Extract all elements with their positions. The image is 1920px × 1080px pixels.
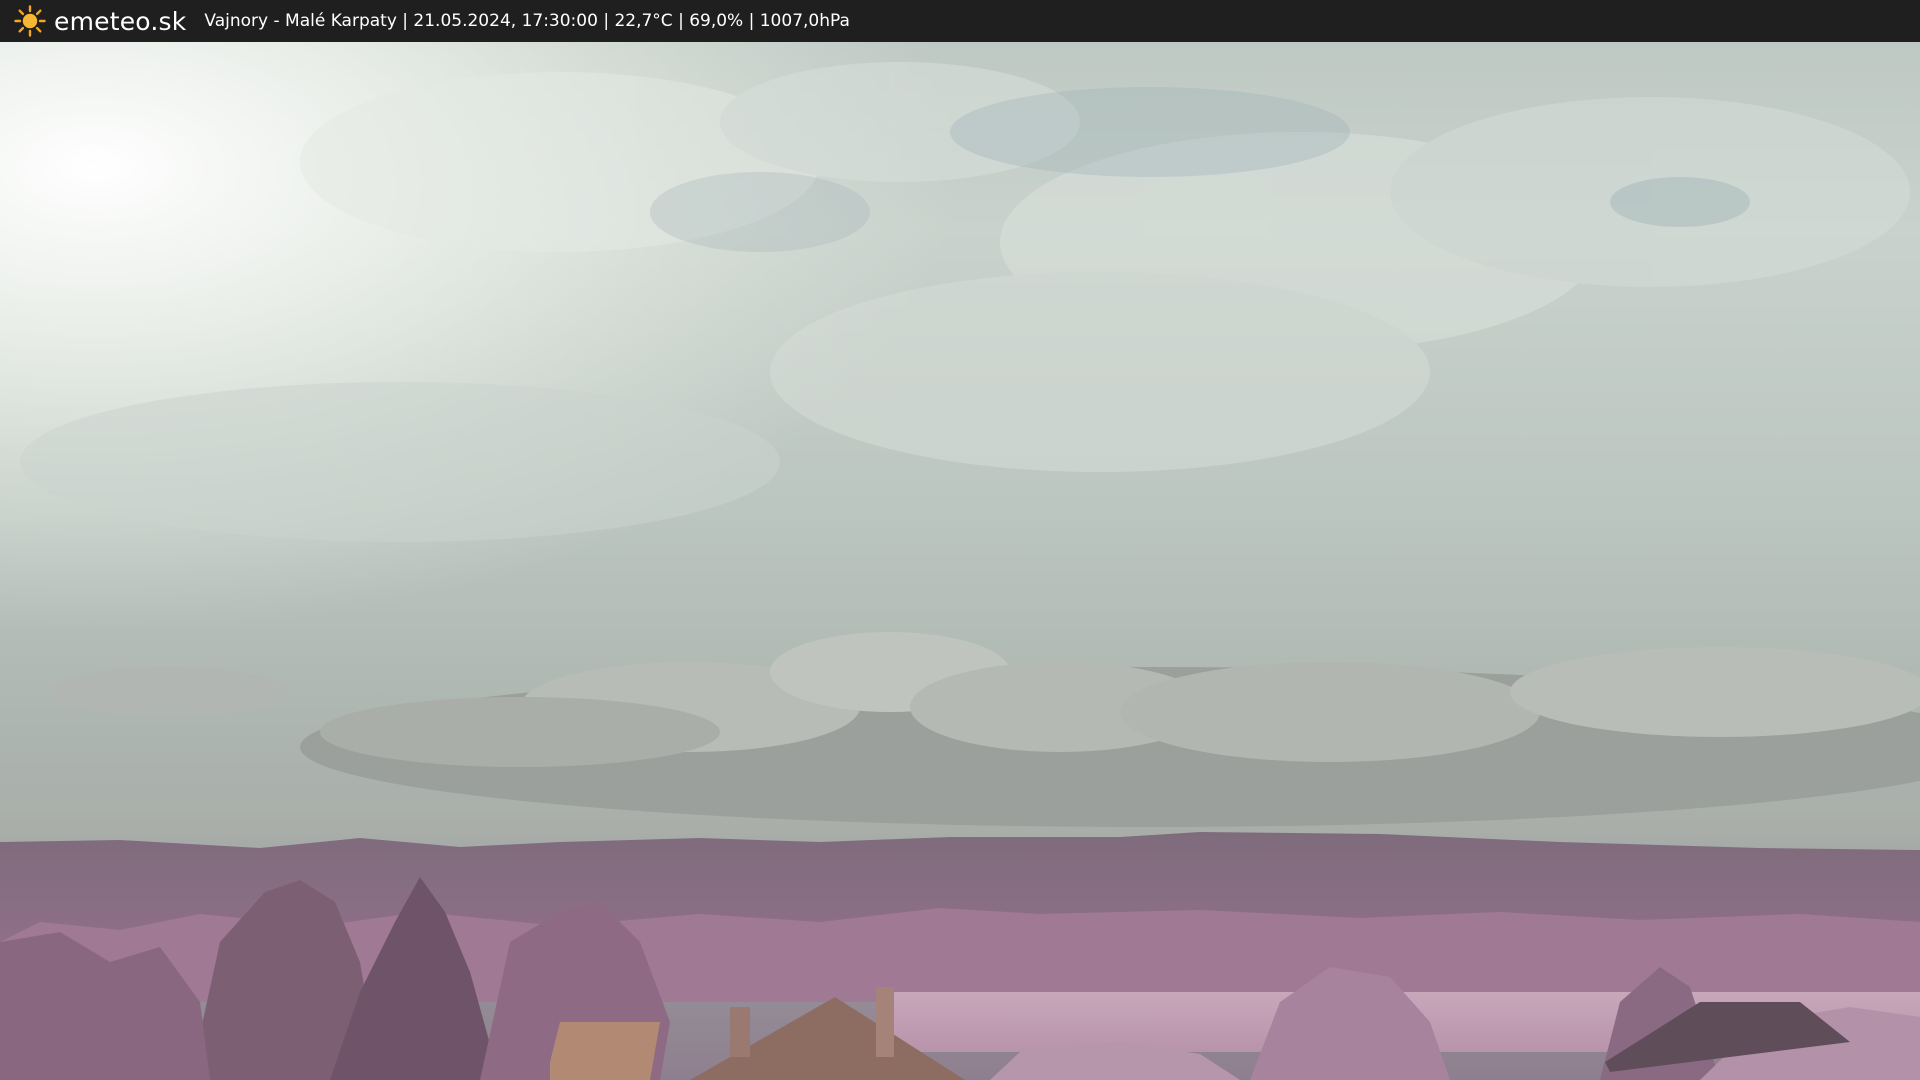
top-bar: emeteo.sk Vajnory - Malé Karpaty | 21.05… [0, 0, 1920, 42]
webcam-image [0, 42, 1920, 1080]
brand-logo[interactable]: emeteo.sk [14, 5, 186, 37]
brand-name: emeteo.sk [54, 6, 187, 36]
station-readout: Vajnory - Malé Karpaty | 21.05.2024, 17:… [204, 11, 850, 31]
sun-icon [14, 5, 46, 37]
webcam-scene [0, 42, 1920, 1080]
